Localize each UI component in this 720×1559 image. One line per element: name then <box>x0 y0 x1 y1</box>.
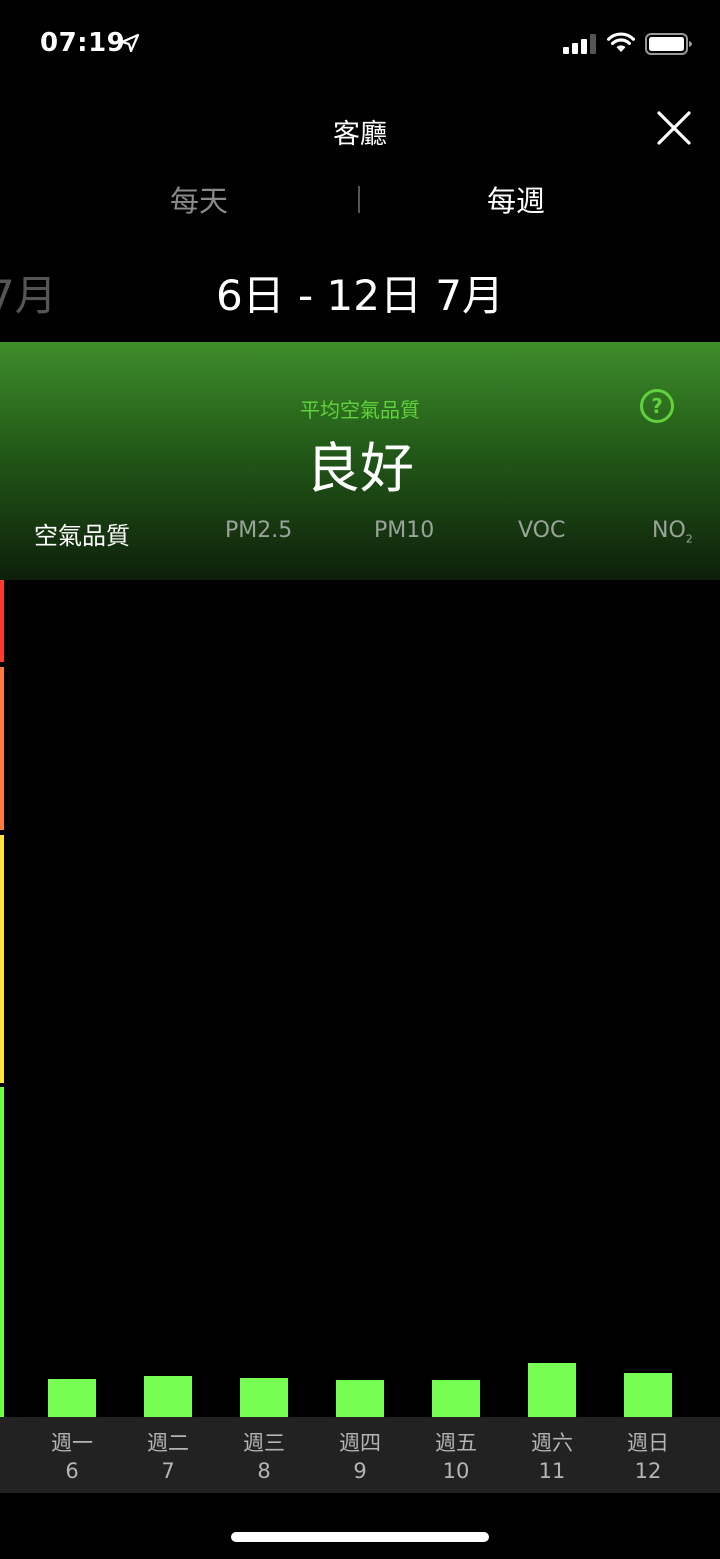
day-label: 週六 11 <box>504 1429 600 1485</box>
tab-daily[interactable]: 每天 <box>170 178 228 220</box>
day-name: 週六 <box>531 1431 573 1455</box>
chart-bar[interactable] <box>48 1379 96 1417</box>
status-time: 07:19 <box>40 28 126 58</box>
day-axis: 週一 6 週二 7 週三 8 週四 9 週五 10 週六 11 週日 12 <box>0 1417 720 1493</box>
current-range-label: 6日 - 12日 7月 <box>215 271 505 320</box>
chart-bar[interactable] <box>144 1376 192 1417</box>
air-quality-summary-panel: 平均空氣品質 良好 ? 空氣品質 PM2.5 PM10 VOC NO2 <box>0 342 720 580</box>
day-name: 週一 <box>51 1431 93 1455</box>
tab-pm25[interactable]: PM2.5 <box>225 518 292 543</box>
svg-text:?: ? <box>651 394 663 418</box>
location-arrow-icon <box>120 33 140 53</box>
average-quality-label: 平均空氣品質 <box>300 398 420 422</box>
day-number: 6 <box>65 1459 79 1483</box>
day-number: 11 <box>538 1459 566 1483</box>
day-number: 8 <box>257 1459 271 1483</box>
cellular-signal-icon <box>563 34 596 54</box>
chart-bar[interactable] <box>528 1363 576 1417</box>
day-number: 7 <box>161 1459 175 1483</box>
tab-no2-label: NO <box>652 518 686 543</box>
day-label: 週三 8 <box>216 1429 312 1485</box>
close-icon[interactable] <box>652 106 696 150</box>
tab-no2[interactable]: NO2 <box>652 518 693 545</box>
day-name: 週二 <box>147 1431 189 1455</box>
tab-air-quality[interactable]: 空氣品質 <box>34 516 130 551</box>
day-number: 10 <box>442 1459 470 1483</box>
day-name: 週日 <box>627 1431 669 1455</box>
chart-bar[interactable] <box>336 1380 384 1417</box>
day-name: 週五 <box>435 1431 477 1455</box>
tab-no2-subscript: 2 <box>685 532 693 546</box>
day-name: 週三 <box>243 1431 285 1455</box>
day-label: 週日 12 <box>600 1429 696 1485</box>
day-label: 週四 9 <box>312 1429 408 1485</box>
chart-bar[interactable] <box>240 1378 288 1417</box>
battery-icon <box>645 33 692 55</box>
day-number: 9 <box>353 1459 367 1483</box>
day-label: 週二 7 <box>120 1429 216 1485</box>
day-label: 週五 10 <box>408 1429 504 1485</box>
weekly-bar-chart <box>0 580 720 1417</box>
help-icon[interactable]: ? <box>639 388 675 424</box>
tab-divider <box>358 186 360 213</box>
chart-bar[interactable] <box>624 1373 672 1417</box>
chart-bar[interactable] <box>432 1380 480 1417</box>
day-number: 12 <box>634 1459 662 1483</box>
tab-voc[interactable]: VOC <box>518 518 565 543</box>
room-title: 客廳 <box>333 119 387 150</box>
day-label: 週一 6 <box>24 1429 120 1485</box>
average-quality-value: 良好 <box>306 437 414 500</box>
day-name: 週四 <box>339 1431 381 1455</box>
home-indicator <box>231 1532 489 1542</box>
status-bar: 07:19 <box>0 0 720 90</box>
tab-weekly[interactable]: 每週 <box>487 178 545 220</box>
tab-pm10[interactable]: PM10 <box>374 518 434 543</box>
wifi-icon <box>607 32 635 52</box>
